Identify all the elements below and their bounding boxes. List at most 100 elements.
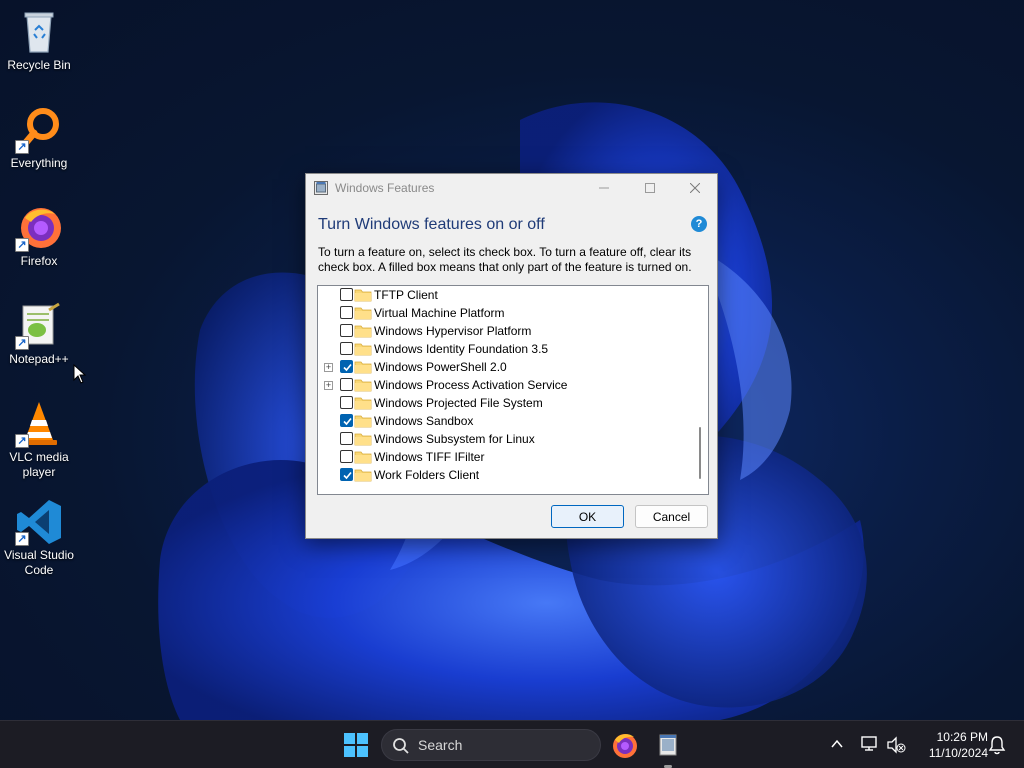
feature-row[interactable]: TFTP Client (318, 286, 688, 304)
feature-checkbox[interactable] (340, 288, 353, 301)
shortcut-arrow-icon: ↗ (15, 238, 29, 252)
taskbar-windows-features-icon[interactable] (652, 729, 684, 761)
taskbar: Search 10:26 PM 11/10/2024 (0, 720, 1024, 768)
shortcut-arrow-icon: ↗ (15, 532, 29, 546)
windows-features-app-icon (314, 181, 328, 195)
feature-label: Windows Hypervisor Platform (374, 324, 532, 338)
clock-time: 10:26 PM (936, 730, 988, 744)
desktop-icon-label: Recycle Bin (7, 58, 71, 72)
dialog-heading: Turn Windows features on or off (318, 216, 545, 233)
close-button[interactable] (672, 174, 718, 202)
feature-row[interactable]: Work Folders Client (318, 466, 688, 484)
feature-label: Windows PowerShell 2.0 (374, 360, 507, 374)
feature-checkbox[interactable] (340, 324, 353, 337)
feature-label: Windows Sandbox (374, 414, 474, 428)
windows-features-dialog: Windows Features Turn Windows features o… (305, 173, 718, 539)
desktop-icon-label: Notepad++ (9, 352, 69, 366)
feature-row[interactable]: + Windows Process Activation Service (318, 376, 688, 394)
feature-checkbox[interactable] (340, 396, 353, 409)
feature-checkbox[interactable] (340, 414, 353, 427)
features-tree[interactable]: TFTP Client Virtual Machine Platform Windo… (317, 285, 709, 495)
expand-icon[interactable]: + (324, 363, 333, 372)
search-icon (393, 738, 409, 754)
feature-row[interactable]: Virtual Machine Platform (318, 304, 688, 322)
feature-row[interactable]: Windows Subsystem for Linux (318, 430, 688, 448)
feature-label: Windows Identity Foundation 3.5 (374, 342, 549, 356)
desktop-icon-firefox[interactable]: ↗ Firefox (2, 204, 76, 269)
feature-label: Windows Projected File System (374, 396, 543, 410)
folder-icon (354, 325, 372, 338)
feature-checkbox[interactable] (340, 378, 353, 391)
scrollbar-thumb[interactable] (699, 427, 701, 479)
cancel-button[interactable]: Cancel (635, 505, 708, 528)
feature-checkbox[interactable] (340, 306, 353, 319)
title-bar[interactable]: Windows Features (306, 174, 717, 202)
ok-button[interactable]: OK (551, 505, 624, 528)
folder-icon (354, 451, 372, 464)
window-title: Windows Features (335, 181, 435, 195)
feature-label: Windows TIFF IFilter (374, 450, 485, 464)
notifications-bell-icon[interactable] (988, 735, 1006, 755)
vlc-icon: ↗ (15, 400, 63, 448)
desktop-icon-everything[interactable]: ↗ Everything (2, 106, 76, 171)
folder-icon (354, 397, 372, 410)
feature-row[interactable]: Windows Hypervisor Platform (318, 322, 688, 340)
shortcut-arrow-icon: ↗ (15, 434, 29, 448)
folder-icon (354, 361, 372, 374)
desktop: Recycle Bin ↗ Everything ↗ Firefox ↗ Not… (0, 0, 1024, 720)
feature-label: Windows Process Activation Service (374, 378, 568, 392)
folder-icon (354, 289, 372, 302)
maximize-icon (645, 183, 655, 193)
help-icon[interactable]: ? (691, 216, 707, 232)
clock-date: 11/10/2024 (928, 746, 988, 760)
desktop-icon-notepad-plus-plus[interactable]: ↗ Notepad++ (2, 302, 76, 367)
feature-label: Windows Subsystem for Linux (374, 432, 535, 446)
taskbar-clock[interactable]: 10:26 PM 11/10/2024 (912, 729, 988, 761)
close-icon (690, 183, 700, 193)
desktop-icon-vscode[interactable]: ↗ Visual Studio Code (2, 498, 76, 578)
folder-icon (354, 469, 372, 482)
feature-row[interactable]: Windows TIFF IFilter (318, 448, 688, 466)
minimize-button[interactable] (581, 174, 627, 202)
maximize-button[interactable] (627, 174, 673, 202)
vscode-icon: ↗ (15, 498, 63, 546)
feature-row[interactable]: Windows Sandbox (318, 412, 688, 430)
network-icon[interactable] (860, 735, 880, 753)
desktop-icon-vlc[interactable]: ↗ VLC media player (2, 400, 76, 480)
feature-row[interactable]: Windows Projected File System (318, 394, 688, 412)
taskbar-search-box[interactable]: Search (381, 729, 601, 761)
notepad-plus-plus-icon: ↗ (15, 302, 63, 350)
folder-icon (354, 433, 372, 446)
desktop-icon-label: Everything (10, 156, 68, 170)
feature-checkbox[interactable] (340, 468, 353, 481)
expand-icon[interactable]: + (324, 381, 333, 390)
feature-row[interactable]: + Windows PowerShell 2.0 (318, 358, 688, 376)
shortcut-arrow-icon: ↗ (15, 140, 29, 154)
desktop-icon-recycle-bin[interactable]: Recycle Bin (2, 8, 76, 73)
desktop-icon-label: VLC media player (9, 450, 69, 479)
folder-icon (354, 415, 372, 428)
feature-label: Work Folders Client (374, 468, 480, 482)
feature-checkbox[interactable] (340, 432, 353, 445)
folder-icon (354, 379, 372, 392)
feature-checkbox[interactable] (340, 360, 353, 373)
everything-search-icon: ↗ (15, 106, 63, 154)
desktop-icon-label: Firefox (20, 254, 58, 268)
feature-row[interactable]: Windows Identity Foundation 3.5 (318, 340, 688, 358)
volume-muted-icon[interactable] (886, 736, 906, 754)
instructions-text: To turn a feature on, select its check b… (318, 245, 692, 274)
feature-checkbox[interactable] (340, 450, 353, 463)
feature-checkbox[interactable] (340, 342, 353, 355)
shortcut-arrow-icon: ↗ (15, 336, 29, 350)
minimize-icon (599, 187, 609, 189)
taskbar-firefox-icon[interactable] (608, 729, 640, 761)
folder-icon (354, 343, 372, 356)
start-windows-icon[interactable] (340, 731, 372, 759)
search-label: Search (418, 737, 463, 753)
show-hidden-icons-chevron-icon[interactable] (830, 737, 844, 751)
scrollbar[interactable] (691, 286, 708, 494)
firefox-icon: ↗ (15, 204, 63, 252)
feature-label: Virtual Machine Platform (374, 306, 505, 320)
feature-label: TFTP Client (374, 288, 438, 302)
folder-icon (354, 307, 372, 320)
